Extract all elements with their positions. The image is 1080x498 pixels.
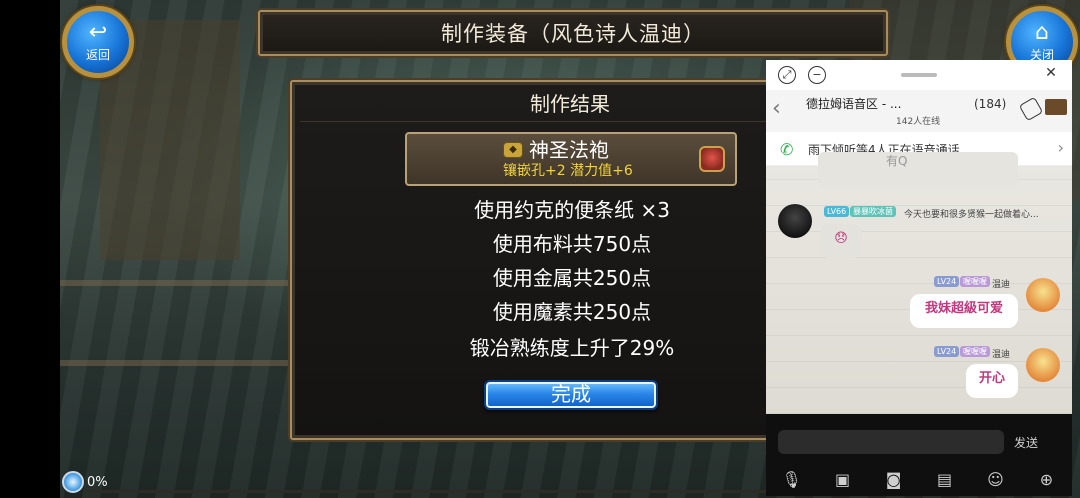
chat-input-row: 发送 [766,414,1072,462]
book-icon[interactable] [1045,99,1067,115]
close-icon[interactable]: ✕ [1042,66,1060,84]
scene-rail [60,280,320,286]
chat-message-list: 有Q LV66 暴暴吹冰菌 今天也要和很多贤猴一起做着心... 😞 LV24 喔… [766,152,1072,414]
treasure-chest-icon [699,146,725,172]
previous-message-bubble: 有Q [818,152,1018,188]
share-icon[interactable] [1018,96,1044,122]
avatar[interactable] [1026,278,1060,312]
user-tag: 暴暴吹冰菌 [850,206,896,217]
plus-icon[interactable]: ⊕ [1037,470,1057,489]
message-bubble[interactable]: 我妹超級可爱 [910,294,1018,328]
image-icon[interactable]: ▣ [833,470,853,489]
level-badge: LV24 [934,346,960,357]
send-button[interactable]: 发送 [1014,434,1038,451]
back-button[interactable]: ↩ 返回 [62,6,134,78]
title-banner: 制作装备（风色诗人温迪） [258,10,888,56]
done-button[interactable]: 完成 [484,380,658,410]
user-tag: 喔喔喔 [960,276,990,287]
online-count: 142人在线 [896,117,941,127]
item-stats: 镶嵌孔+2 潜力值+6 [503,163,633,179]
chat-overlay: ⤢ − ✕ ‹ 德拉姆语音区 - ... (184) 142人在线 ✆ 雨下倾听… [766,60,1072,496]
item-type-icon: ◆ [503,142,523,158]
status-percent: 0% [87,474,108,490]
item-name: 神圣法袍 [529,138,609,162]
camera-icon[interactable]: ◙ [884,470,904,489]
page-title: 制作装备（风色诗人温迪） [441,22,705,46]
chevron-left-icon[interactable]: ‹ [772,96,781,121]
emoji-icon[interactable]: ☺ [986,470,1006,489]
phone-icon: ✆ [780,140,794,159]
scene-rail [60,360,300,366]
message-bubble[interactable]: 😞 [820,224,862,258]
home-icon: ⌂ [1035,19,1049,45]
chat-window-controls: ⤢ − ✕ [766,60,1072,90]
avatar[interactable] [778,204,812,238]
previous-message-text: 有Q [886,154,908,168]
user-nickname: 温迪 [992,350,1011,360]
chat-header: ‹ 德拉姆语音区 - ... (184) 142人在线 [766,90,1072,132]
avatar[interactable] [1026,348,1060,382]
experience-bar [88,490,768,493]
back-button-label: 返回 [85,47,110,62]
group-member-count: (184) [974,97,1007,111]
chevron-right-icon: › [1057,138,1064,157]
user-nickname: 温迪 [992,280,1011,290]
message-bubble[interactable]: 开心 [966,364,1018,398]
compass-icon[interactable] [62,471,84,493]
level-badge: LV66 [824,206,850,217]
drag-handle[interactable] [901,73,937,77]
result-panel-header: 制作结果 [300,86,840,122]
back-arrow-icon: ↩ [88,19,108,45]
crafted-item-card[interactable]: ◆ 神圣法袍 镶嵌孔+2 潜力值+6 [405,132,737,186]
minimize-icon[interactable]: − [808,66,826,84]
left-black-bar [0,0,60,498]
microphone-icon[interactable]: 🎙 [782,470,802,489]
folder-icon[interactable]: ▤ [935,470,955,489]
chat-toolbar: 🎙 ▣ ◙ ▤ ☺ ⊕ [766,462,1072,496]
resize-icon[interactable]: ⤢ [778,66,796,84]
level-badge: LV24 [934,276,960,287]
chat-input[interactable] [778,430,1004,454]
user-tag: 喔喔喔 [960,346,990,357]
user-nickname: 今天也要和很多贤猴一起做着心... [904,210,1039,220]
group-name: 德拉姆语音区 - ... [806,97,902,111]
